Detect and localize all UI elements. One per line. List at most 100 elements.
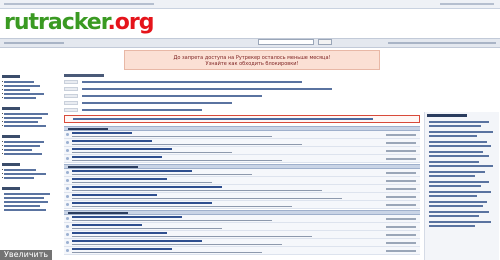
highlighted-forum-row[interactable] <box>64 115 420 123</box>
sidebar-link[interactable] <box>4 141 44 143</box>
forum-meta <box>386 250 416 252</box>
top-nav-user-links[interactable] <box>440 3 494 5</box>
forum-icon <box>66 195 69 198</box>
sidebar-right-link[interactable] <box>429 125 481 127</box>
forum-row[interactable] <box>64 131 420 139</box>
sidebar-right-link[interactable] <box>429 141 487 143</box>
sidebar-right-link[interactable] <box>429 135 477 137</box>
news-title[interactable] <box>82 102 232 104</box>
forum-row[interactable] <box>64 215 420 223</box>
sidebar-right-link[interactable] <box>429 175 475 177</box>
forum-title[interactable] <box>72 202 212 204</box>
search-input[interactable] <box>258 39 314 45</box>
forum-row[interactable] <box>64 223 420 231</box>
news-item[interactable] <box>64 79 420 85</box>
forum-title[interactable] <box>72 240 202 242</box>
sidebar-right-link[interactable] <box>429 131 493 133</box>
forum-title[interactable] <box>72 132 132 134</box>
sidebar-link[interactable] <box>4 205 40 207</box>
sidebar-link[interactable] <box>4 193 50 195</box>
forum-row[interactable] <box>64 177 420 185</box>
forum-title[interactable] <box>72 156 162 158</box>
forum-title[interactable] <box>72 178 167 180</box>
forum-row[interactable] <box>64 139 420 147</box>
news-title[interactable] <box>82 81 302 83</box>
forum-row[interactable] <box>64 185 420 193</box>
news-item[interactable] <box>64 93 420 99</box>
category-title <box>68 128 108 130</box>
sidebar-right-link[interactable] <box>429 161 479 163</box>
sidebar-link[interactable] <box>4 85 40 87</box>
forum-title[interactable] <box>72 170 192 172</box>
forum-title[interactable] <box>72 148 172 150</box>
sidebar-link[interactable] <box>4 117 42 119</box>
forum-row[interactable] <box>64 169 420 177</box>
zoom-label[interactable]: Увеличить <box>0 250 53 260</box>
sidebar-right-link[interactable] <box>429 201 487 203</box>
sidebar-right-link[interactable] <box>429 145 491 147</box>
forum-row[interactable] <box>64 247 420 255</box>
sidebar-right-link[interactable] <box>429 185 481 187</box>
sidebar-right-link[interactable] <box>429 225 475 227</box>
sidebar-right-link[interactable] <box>429 205 483 207</box>
sidebar-link[interactable] <box>4 81 34 83</box>
sidebar-right-link[interactable] <box>429 121 489 123</box>
sidebar-link[interactable] <box>4 89 30 91</box>
sidebar-right-link[interactable] <box>429 195 477 197</box>
forum-title[interactable] <box>72 186 222 188</box>
sidebar-link[interactable] <box>4 209 46 211</box>
sidebar-link[interactable] <box>4 121 38 123</box>
sidebar-link[interactable] <box>4 177 34 179</box>
sidebar-link[interactable] <box>4 197 44 199</box>
top-nav-links[interactable] <box>4 3 154 5</box>
sidebar-right-link[interactable] <box>429 191 491 193</box>
forum-title[interactable] <box>72 140 152 142</box>
forum-subforums <box>72 236 312 237</box>
sidebar-link[interactable] <box>4 97 36 99</box>
news-title[interactable] <box>82 109 202 111</box>
sidebar-link[interactable] <box>4 153 42 155</box>
sidebar-link[interactable] <box>4 125 46 127</box>
sidebar-link[interactable] <box>4 201 48 203</box>
sidebar-link[interactable] <box>4 93 44 95</box>
news-item[interactable] <box>64 86 420 92</box>
forum-row[interactable] <box>64 147 420 155</box>
forum-row[interactable] <box>64 239 420 247</box>
search-button[interactable] <box>318 39 332 45</box>
forum-title[interactable] <box>72 248 172 250</box>
forum-meta <box>386 218 416 220</box>
sidebar-right-link[interactable] <box>429 151 483 153</box>
news-item[interactable] <box>64 100 420 106</box>
notice-banner[interactable]: До запрета доступа на Рутрекер осталось … <box>124 50 380 70</box>
sidebar-right-link[interactable] <box>429 181 489 183</box>
tab-bar-left-links[interactable] <box>4 42 64 44</box>
site-logo[interactable]: rutracker.org <box>4 11 155 35</box>
sidebar-link[interactable] <box>4 149 32 151</box>
sidebar-right-link[interactable] <box>429 215 479 217</box>
forum-title[interactable] <box>72 194 157 196</box>
sidebar-link[interactable] <box>4 169 36 171</box>
forum-row[interactable] <box>64 201 420 209</box>
forum-title[interactable] <box>72 224 142 226</box>
bullet-icon <box>2 149 3 150</box>
tab-bar-right-links[interactable] <box>388 42 496 44</box>
forum-subforums <box>72 144 302 145</box>
forum-row[interactable] <box>64 155 420 163</box>
sidebar-link[interactable] <box>4 113 48 115</box>
forum-row[interactable] <box>64 231 420 239</box>
sidebar-right-link[interactable] <box>429 221 491 223</box>
sidebar-right-link[interactable] <box>429 165 493 167</box>
forum-row[interactable] <box>64 193 420 201</box>
sidebar-right-link[interactable] <box>429 155 489 157</box>
sidebar-right-link[interactable] <box>429 171 485 173</box>
sidebar-right-link[interactable] <box>429 211 489 213</box>
news-date <box>64 101 78 105</box>
forum-title[interactable] <box>72 216 182 218</box>
sidebar-link[interactable] <box>4 145 40 147</box>
forum-title[interactable] <box>72 232 167 234</box>
news-title[interactable] <box>82 88 332 90</box>
sidebar-link[interactable] <box>4 173 46 175</box>
news-title[interactable] <box>82 95 262 97</box>
news-item[interactable] <box>64 107 420 113</box>
highlighted-forum-title[interactable] <box>73 118 373 120</box>
